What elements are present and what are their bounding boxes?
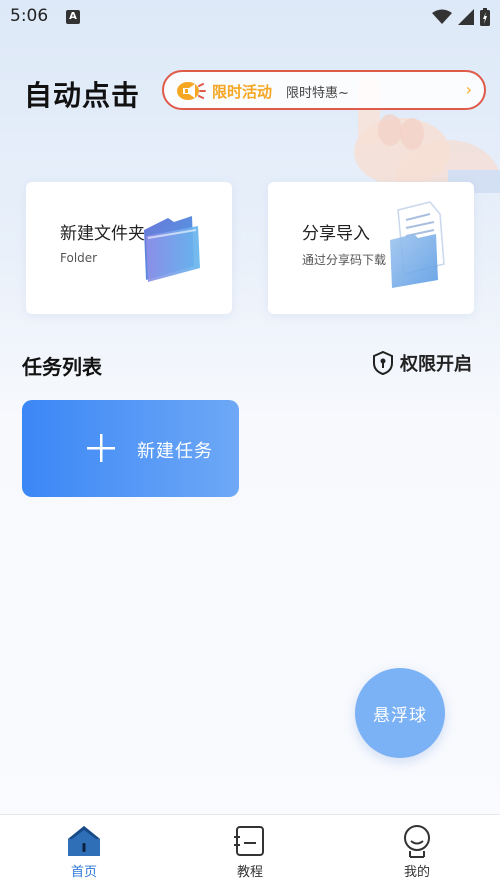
share-import-card[interactable]: 分享导入 通过分享码下载 (268, 182, 474, 314)
cellular-signal-icon (458, 9, 474, 25)
wifi-icon (432, 9, 452, 24)
nav-tutorial[interactable]: 教程 (190, 815, 310, 888)
shield-icon (373, 351, 393, 375)
status-time: 5:06 (10, 6, 49, 26)
chevron-right-icon: › (465, 80, 472, 99)
new-task-button[interactable]: 新建任务 (22, 400, 239, 497)
nav-tutorial-label: 教程 (236, 865, 263, 880)
promo-banner[interactable]: 限时活动 限时特惠~ › (162, 70, 486, 110)
folder-icon (144, 216, 200, 282)
permission-button[interactable]: 权限开启 (372, 350, 472, 376)
document-icon (390, 201, 445, 288)
megaphone-icon (177, 82, 206, 100)
task-list-title: 任务列表 (22, 355, 102, 379)
nav-mine-label: 我的 (403, 865, 430, 880)
app-title: 自动点击 (24, 79, 141, 112)
bottom-nav: 首页 教程 我的 (0, 814, 500, 888)
share-import-title: 分享导入 (302, 224, 370, 244)
status-bar: 5:06 A (0, 0, 500, 34)
nav-home[interactable]: 首页 (24, 815, 144, 888)
promo-subtitle: 限时特惠~ (286, 86, 349, 101)
nav-home-label: 首页 (70, 865, 97, 880)
status-icons (432, 8, 490, 26)
floating-ball-button[interactable]: 悬浮球 (355, 668, 445, 758)
font-a-icon: A (66, 10, 80, 24)
tutorial-icon (234, 826, 264, 856)
nav-mine[interactable]: 我的 (357, 815, 477, 888)
battery-charging-icon (480, 8, 490, 26)
permission-label: 权限开启 (400, 354, 472, 375)
home-icon (68, 826, 100, 856)
new-task-label: 新建任务 (137, 441, 213, 462)
plus-icon (87, 434, 115, 462)
share-import-subtitle: 通过分享码下载 (302, 253, 387, 267)
floating-ball-label: 悬浮球 (373, 705, 427, 726)
new-folder-card[interactable]: 新建文件夹 Folder (26, 182, 232, 314)
new-folder-subtitle: Folder (60, 251, 98, 265)
new-folder-title: 新建文件夹 (60, 224, 145, 244)
profile-icon (404, 825, 430, 858)
promo-title: 限时活动 (212, 83, 273, 101)
